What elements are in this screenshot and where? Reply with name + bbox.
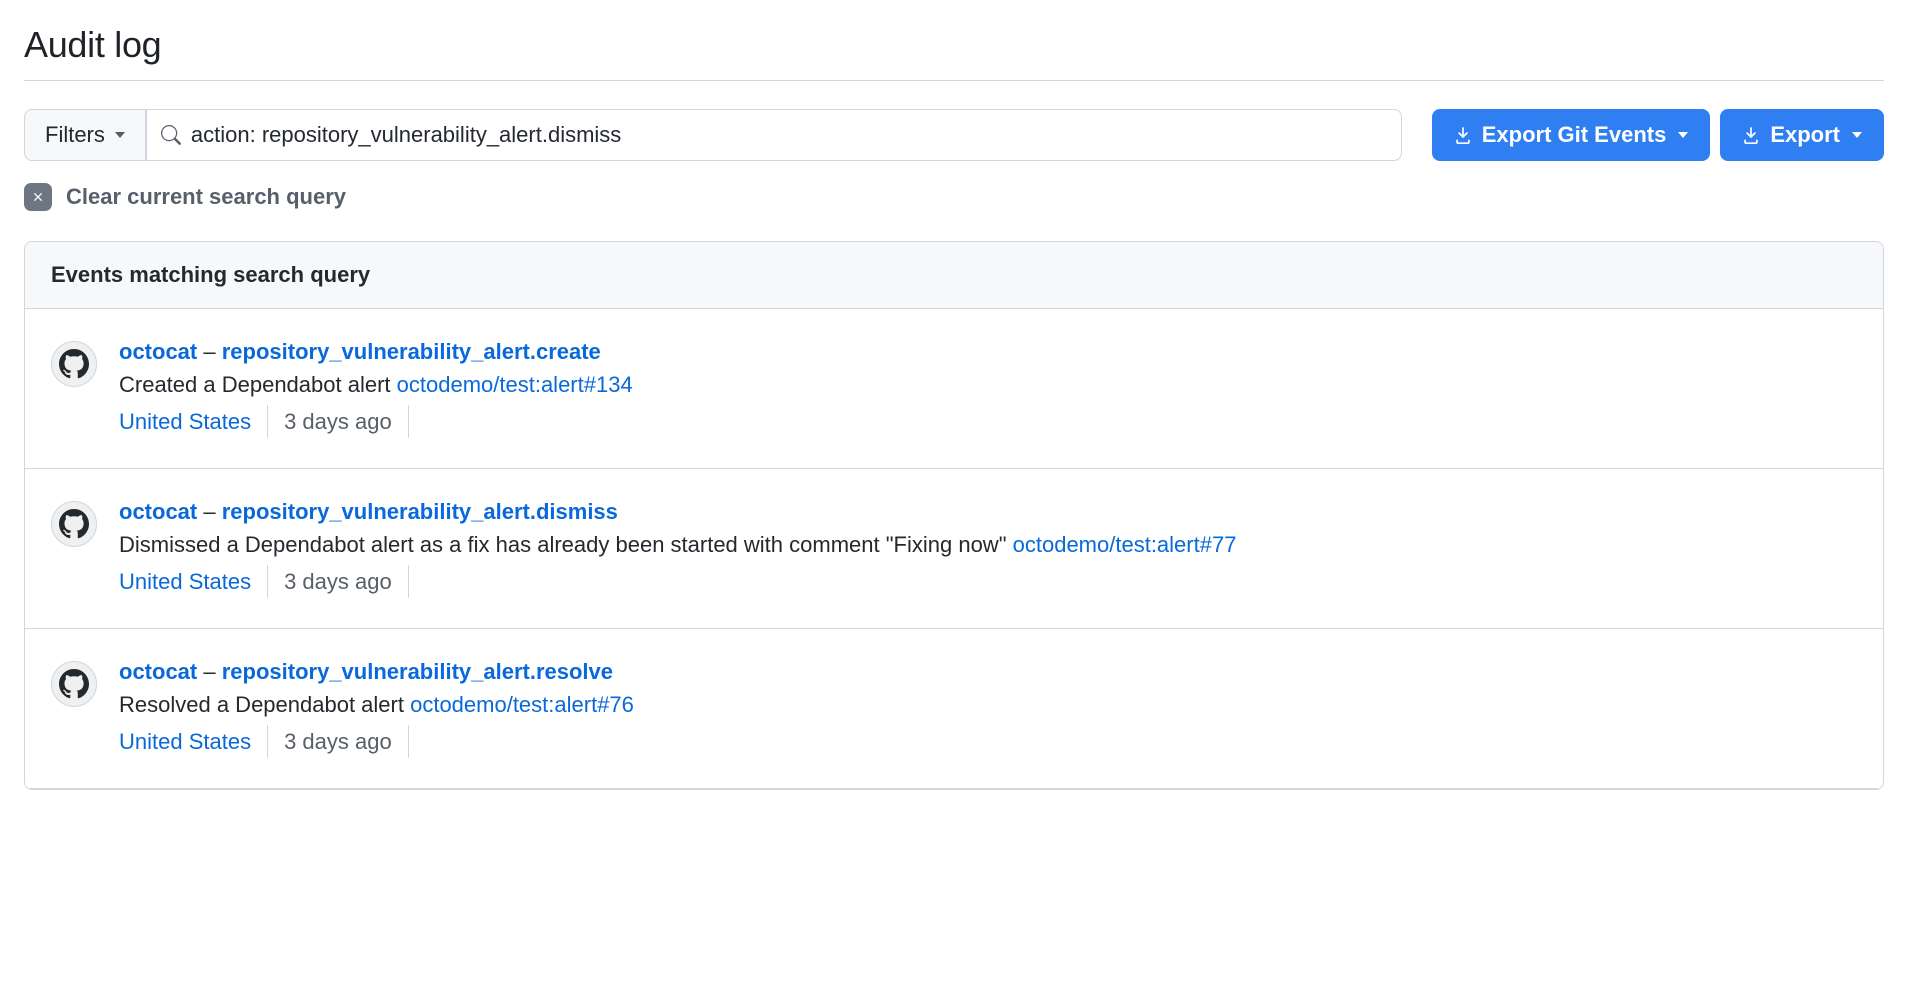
caret-down-icon: [1678, 132, 1688, 138]
event-description-text: Dismissed a Dependabot alert as a fix ha…: [119, 532, 1013, 557]
filters-button[interactable]: Filters: [24, 109, 146, 161]
events-panel: Events matching search query octocat – r…: [24, 241, 1884, 790]
clear-search-row: Clear current search query: [24, 183, 1884, 211]
export-label: Export: [1770, 122, 1840, 148]
search-field-wrap[interactable]: [146, 109, 1402, 161]
caret-down-icon: [1852, 132, 1862, 138]
event-description: Created a Dependabot alert octodemo/test…: [119, 368, 1857, 401]
toolbar: Filters Export Git Events Export: [24, 109, 1884, 161]
event-body: octocat – repository_vulnerability_alert…: [119, 335, 1857, 438]
event-body: octocat – repository_vulnerability_alert…: [119, 495, 1857, 598]
event-title: octocat – repository_vulnerability_alert…: [119, 495, 1857, 528]
event-description-text: Resolved a Dependabot alert: [119, 692, 410, 717]
event-separator: –: [203, 339, 221, 364]
event-actor-link[interactable]: octocat: [119, 339, 197, 364]
event-location-link[interactable]: United States: [119, 565, 268, 598]
filters-label: Filters: [45, 122, 105, 148]
events-panel-header: Events matching search query: [25, 242, 1883, 309]
event-row: octocat – repository_vulnerability_alert…: [25, 469, 1883, 629]
event-meta: United States 3 days ago: [119, 565, 1857, 598]
event-timestamp: 3 days ago: [268, 725, 409, 758]
event-body: octocat – repository_vulnerability_alert…: [119, 655, 1857, 758]
octocat-icon: [59, 669, 89, 699]
event-separator: –: [203, 659, 221, 684]
event-action-link[interactable]: repository_vulnerability_alert.resolve: [222, 659, 613, 684]
clear-search-chip[interactable]: [24, 183, 52, 211]
event-meta: United States 3 days ago: [119, 405, 1857, 438]
avatar[interactable]: [51, 661, 97, 707]
event-separator: –: [203, 499, 221, 524]
event-meta: United States 3 days ago: [119, 725, 1857, 758]
event-action-link[interactable]: repository_vulnerability_alert.create: [222, 339, 601, 364]
avatar[interactable]: [51, 501, 97, 547]
event-timestamp: 3 days ago: [268, 565, 409, 598]
caret-down-icon: [115, 132, 125, 138]
event-title: octocat – repository_vulnerability_alert…: [119, 655, 1857, 688]
search-input[interactable]: [191, 122, 1387, 148]
export-git-events-button[interactable]: Export Git Events: [1432, 109, 1711, 161]
search-icon: [161, 125, 181, 145]
page-title: Audit log: [24, 24, 1884, 81]
export-git-events-label: Export Git Events: [1482, 122, 1667, 148]
event-description: Dismissed a Dependabot alert as a fix ha…: [119, 528, 1857, 561]
event-location-link[interactable]: United States: [119, 725, 268, 758]
event-object-link[interactable]: octodemo/test:alert#134: [397, 372, 633, 397]
download-icon: [1454, 126, 1472, 144]
event-row: octocat – repository_vulnerability_alert…: [25, 629, 1883, 789]
event-actor-link[interactable]: octocat: [119, 499, 197, 524]
event-row: octocat – repository_vulnerability_alert…: [25, 309, 1883, 469]
octocat-icon: [59, 509, 89, 539]
x-icon: [31, 190, 45, 204]
export-button[interactable]: Export: [1720, 109, 1884, 161]
avatar[interactable]: [51, 341, 97, 387]
event-object-link[interactable]: octodemo/test:alert#76: [410, 692, 634, 717]
octocat-icon: [59, 349, 89, 379]
download-icon: [1742, 126, 1760, 144]
event-location-link[interactable]: United States: [119, 405, 268, 438]
event-action-link[interactable]: repository_vulnerability_alert.dismiss: [222, 499, 618, 524]
event-actor-link[interactable]: octocat: [119, 659, 197, 684]
event-description: Resolved a Dependabot alert octodemo/tes…: [119, 688, 1857, 721]
event-timestamp: 3 days ago: [268, 405, 409, 438]
event-title: octocat – repository_vulnerability_alert…: [119, 335, 1857, 368]
event-description-text: Created a Dependabot alert: [119, 372, 397, 397]
clear-search-label[interactable]: Clear current search query: [66, 184, 346, 210]
event-object-link[interactable]: octodemo/test:alert#77: [1013, 532, 1237, 557]
